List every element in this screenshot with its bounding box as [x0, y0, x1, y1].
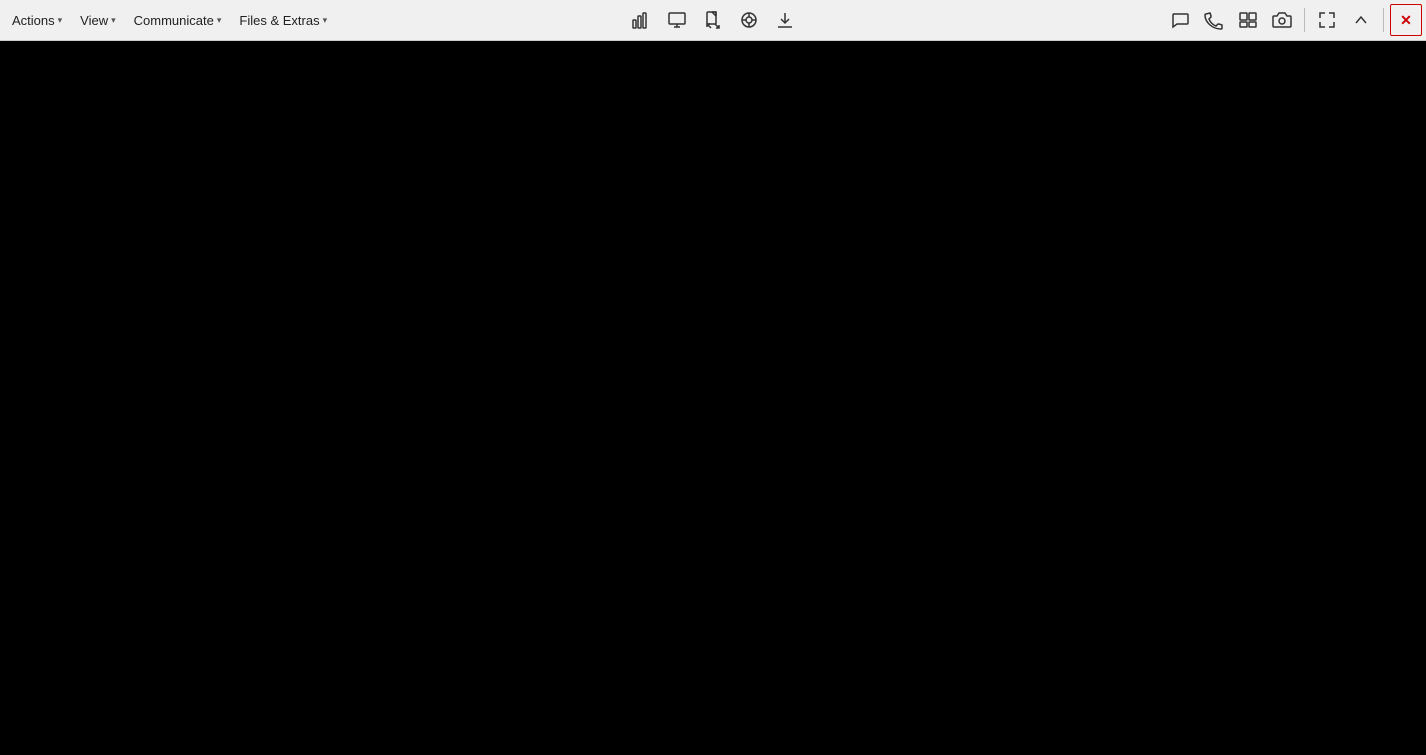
view-toggle-icon: [1238, 10, 1258, 30]
menu-communicate-chevron: ▾: [217, 15, 222, 26]
menu-view-label: View: [80, 13, 108, 28]
phone-icon: [1204, 10, 1224, 30]
fullscreen-button[interactable]: [1311, 4, 1343, 36]
close-button[interactable]: ✕: [1390, 4, 1422, 36]
menu-files-extras-chevron: ▾: [323, 15, 328, 26]
minimize-icon: [1351, 10, 1371, 30]
screen-button[interactable]: [661, 4, 693, 36]
toolbar-right: ✕: [1164, 4, 1422, 36]
file-transfer-button[interactable]: [697, 4, 729, 36]
radial-button[interactable]: [733, 4, 765, 36]
download-button[interactable]: [769, 4, 801, 36]
camera-icon: [1272, 10, 1292, 30]
chat-icon: [1170, 10, 1190, 30]
chat-button[interactable]: [1164, 4, 1196, 36]
menu-files-extras[interactable]: Files & Extras ▾: [231, 9, 335, 32]
menu-actions[interactable]: Actions ▾: [4, 9, 70, 32]
minimize-button[interactable]: [1345, 4, 1377, 36]
menu-view[interactable]: View ▾: [72, 9, 123, 32]
main-content: [0, 41, 1426, 755]
menu-communicate[interactable]: Communicate ▾: [126, 9, 230, 32]
menu-files-extras-label: Files & Extras: [239, 13, 319, 28]
menu-communicate-label: Communicate: [134, 13, 214, 28]
menu-actions-label: Actions: [12, 13, 55, 28]
file-transfer-icon: [703, 10, 723, 30]
toolbar-divider-2: [1383, 8, 1384, 32]
screen-icon: [667, 10, 687, 30]
toolbar-left: Actions ▾ View ▾ Communicate ▾ Files & E…: [4, 9, 335, 32]
view-toggle-button[interactable]: [1232, 4, 1264, 36]
toolbar-divider: [1304, 8, 1305, 32]
toolbar: Actions ▾ View ▾ Communicate ▾ Files & E…: [0, 0, 1426, 41]
download-icon: [775, 10, 795, 30]
phone-button[interactable]: [1198, 4, 1230, 36]
camera-button[interactable]: [1266, 4, 1298, 36]
menu-view-chevron: ▾: [111, 15, 116, 26]
stats-icon: [631, 10, 651, 30]
radial-icon: [739, 10, 759, 30]
fullscreen-icon: [1317, 10, 1337, 30]
menu-actions-chevron: ▾: [58, 15, 63, 26]
stats-button[interactable]: [625, 4, 657, 36]
toolbar-center: [625, 4, 801, 36]
close-icon: ✕: [1400, 12, 1412, 29]
